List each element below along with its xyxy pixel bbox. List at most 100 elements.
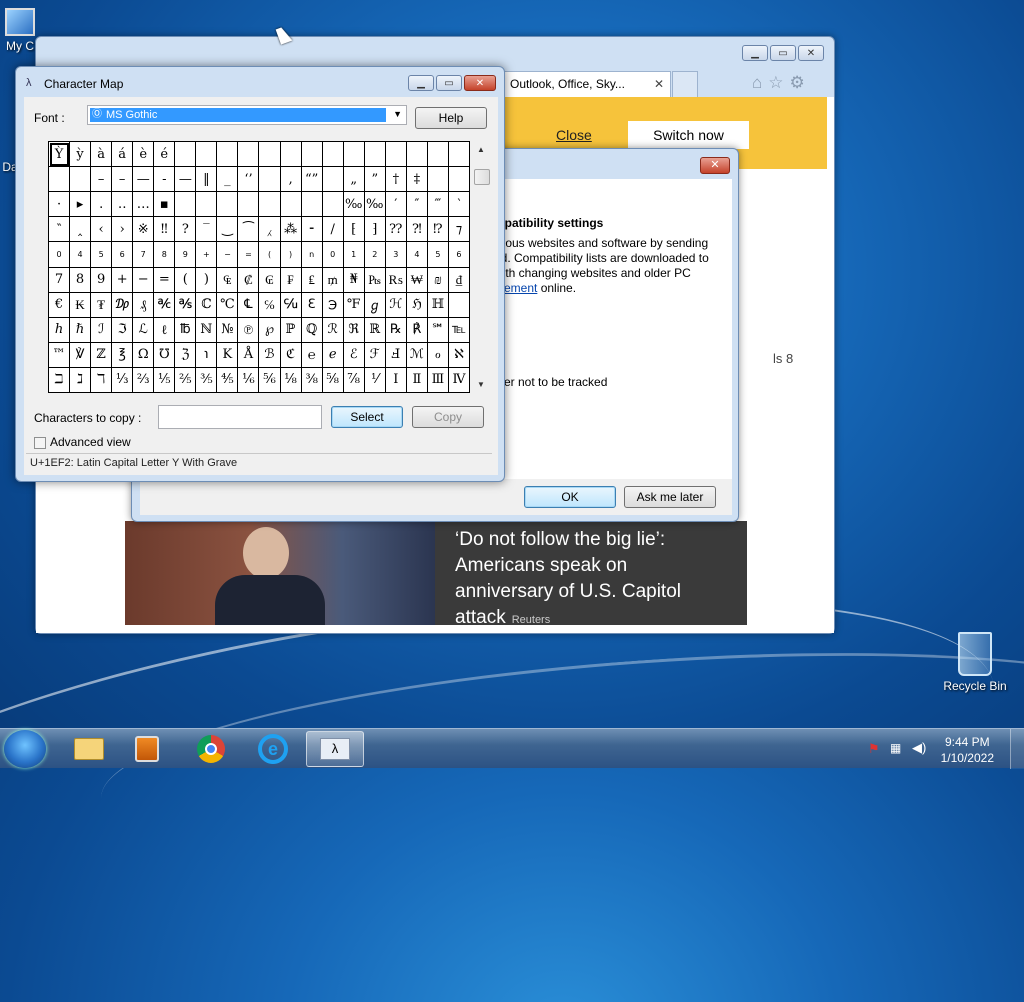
char-cell[interactable] [259, 167, 281, 193]
char-cell[interactable]: + [196, 242, 218, 268]
char-cell[interactable]: № [217, 317, 239, 343]
char-cell[interactable]: ⅘ [217, 367, 239, 393]
char-cell[interactable] [238, 142, 260, 168]
ask-me-later-button[interactable]: Ask me later [624, 486, 716, 508]
char-cell[interactable]: 5 [91, 242, 113, 268]
ie-tab-outlook[interactable]: Outlook, Office, Sky... ✕ [501, 71, 671, 97]
char-cell[interactable]: – [91, 167, 113, 193]
char-cell[interactable] [196, 142, 218, 168]
char-cell[interactable] [427, 167, 449, 193]
char-cell[interactable]: ⅝ [322, 367, 344, 393]
char-cell[interactable]: ‴ [427, 192, 449, 218]
char-cell[interactable]: ( [259, 242, 281, 268]
char-cell[interactable]: ‿ [217, 217, 239, 243]
char-cell[interactable]: ₦ [343, 267, 365, 293]
char-cell[interactable]: ℈ [322, 292, 344, 318]
close-button[interactable]: ✕ [798, 45, 824, 61]
char-cell[interactable]: - [154, 167, 176, 193]
char-cell[interactable]: ℑ [112, 317, 134, 343]
favorites-star-icon[interactable]: ☆ [768, 73, 783, 93]
char-cell[interactable]: ) [196, 267, 218, 293]
char-cell[interactable]: _ [217, 167, 239, 193]
char-cell[interactable]: ₢ [259, 267, 281, 293]
char-cell[interactable]: ▪ [154, 192, 176, 218]
char-cell[interactable]: Ⅰ [385, 367, 407, 393]
char-cell[interactable]: 4 [406, 242, 428, 268]
char-cell[interactable]: ℝ [364, 317, 386, 343]
char-cell[interactable] [301, 142, 323, 168]
char-cell[interactable]: ⅜ [301, 367, 323, 393]
char-cell[interactable] [49, 167, 71, 193]
char-cell[interactable] [322, 142, 344, 168]
news-photo[interactable] [125, 521, 435, 625]
char-cell[interactable]: Ⅳ [448, 367, 470, 393]
ok-button[interactable]: OK [524, 486, 616, 508]
char-cell[interactable]: ‵ [448, 192, 470, 218]
char-cell[interactable]: ℘ [259, 317, 281, 343]
char-cell[interactable]: ″ [406, 192, 428, 218]
char-cell[interactable]: 5 [427, 242, 449, 268]
char-cell[interactable]: K [217, 342, 239, 368]
home-icon[interactable]: ⌂ [752, 73, 762, 93]
char-cell[interactable]: ₫ [448, 267, 470, 293]
char-cell[interactable]: ⁁ [259, 217, 281, 243]
char-cell[interactable]: ℯ [322, 342, 344, 368]
char-cell[interactable]: ⅞ [343, 367, 365, 393]
char-cell[interactable]: ℥ [112, 342, 134, 368]
char-cell[interactable]: ⁃ [301, 217, 323, 243]
char-cell[interactable]: ℣ [70, 342, 92, 368]
char-cell[interactable]: à [91, 142, 113, 168]
dialog-close-button[interactable]: ✕ [700, 157, 730, 174]
desktop-icon-computer[interactable]: My C [0, 8, 40, 53]
char-cell[interactable] [175, 192, 197, 218]
char-cell[interactable]: ℌ [406, 292, 428, 318]
close-button[interactable]: ✕ [464, 75, 496, 91]
char-cell[interactable] [448, 167, 470, 193]
char-cell[interactable]: ⁉ [427, 217, 449, 243]
char-cell[interactable]: ” [364, 167, 386, 193]
char-cell[interactable]: ₯ [112, 292, 134, 318]
char-cell[interactable]: € [49, 292, 71, 318]
char-cell[interactable]: ℁ [175, 292, 197, 318]
char-cell[interactable] [322, 167, 344, 193]
char-cell[interactable]: ‚ [280, 167, 302, 193]
char-cell[interactable]: ‘’ [238, 167, 260, 193]
char-cell[interactable]: ℛ [322, 317, 344, 343]
taskbar-ie[interactable]: e [244, 731, 302, 767]
char-cell[interactable]: 7 [49, 267, 71, 293]
char-cell[interactable]: ℙ [280, 317, 302, 343]
char-cell[interactable]: – [112, 167, 134, 193]
char-cell[interactable]: ₣ [280, 267, 302, 293]
char-cell[interactable] [259, 192, 281, 218]
char-cell[interactable]: ※ [133, 217, 155, 243]
char-cell[interactable]: “” [301, 167, 323, 193]
help-button[interactable]: Help [415, 107, 487, 129]
character-grid[interactable]: Ỳỳ à á è é – – — - — ‖ _ ‘’ ‚ “” „” † ‡ · ▸ ․ ‥… ▪ ‰ ‰ ′ ″ ‴ ‵ ‶ ‸ ‹ › ※ ‼… [48, 141, 470, 393]
char-cell[interactable]: ₠ [217, 267, 239, 293]
char-cell[interactable]: ‰ [343, 192, 365, 218]
char-cell[interactable]: 9 [175, 242, 197, 268]
char-cell[interactable] [175, 142, 197, 168]
char-cell[interactable]: ? [175, 217, 197, 243]
char-cell[interactable]: ℆ [280, 292, 302, 318]
tracking-option[interactable]: efer not to be tracked [494, 375, 607, 389]
char-cell[interactable]: ℞ [385, 317, 407, 343]
char-cell[interactable]: — [133, 167, 155, 193]
char-cell[interactable]: ⁇ [385, 217, 407, 243]
minimize-button[interactable]: ▁ [742, 45, 768, 61]
char-cell[interactable]: ‸ [70, 217, 92, 243]
char-cell[interactable]: ⅙ [238, 367, 260, 393]
char-cell[interactable]: ℶ [49, 367, 71, 393]
char-cell[interactable]: ₧ [364, 267, 386, 293]
char-cell[interactable]: ℐ [91, 317, 113, 343]
tab-close-icon[interactable]: ✕ [654, 77, 664, 91]
switch-now-button[interactable]: Switch now [628, 121, 749, 149]
char-cell[interactable]: ℡ [448, 317, 470, 343]
char-cell[interactable]: ỳ [70, 142, 92, 168]
char-cell[interactable]: 6 [448, 242, 470, 268]
char-cell[interactable]: ℨ [175, 342, 197, 368]
desktop-icon-recycle-bin[interactable]: Recycle Bin [942, 632, 1008, 693]
char-cell[interactable]: 9 [91, 267, 113, 293]
char-cell[interactable]: ℃ [217, 292, 239, 318]
char-cell[interactable] [301, 192, 323, 218]
